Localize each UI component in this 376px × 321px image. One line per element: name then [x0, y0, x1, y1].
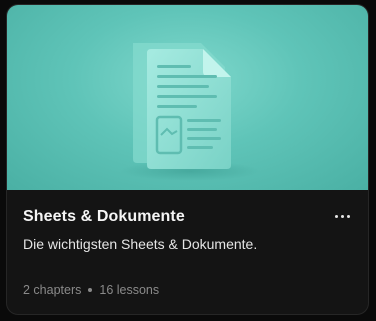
- document-icon: [120, 43, 260, 181]
- more-options-button[interactable]: [330, 206, 354, 226]
- course-title[interactable]: Sheets & Dokumente: [23, 208, 185, 226]
- course-meta: 2 chapters 16 lessons: [23, 283, 159, 297]
- more-dot: [340, 214, 344, 218]
- more-dot: [346, 214, 350, 218]
- course-description: Die wichtigsten Sheets & Dokumente.: [23, 236, 258, 252]
- more-horizontal-icon: [334, 214, 338, 218]
- lesson-count: 16 lessons: [99, 283, 160, 297]
- course-thumbnail[interactable]: [7, 5, 368, 190]
- course-card[interactable]: Sheets & Dokumente Die wichtigsten Sheet…: [6, 4, 369, 315]
- separator-dot: [88, 288, 93, 292]
- chapter-count: 2 chapters: [23, 283, 82, 297]
- course-info: Sheets & Dokumente Die wichtigsten Sheet…: [7, 190, 368, 314]
